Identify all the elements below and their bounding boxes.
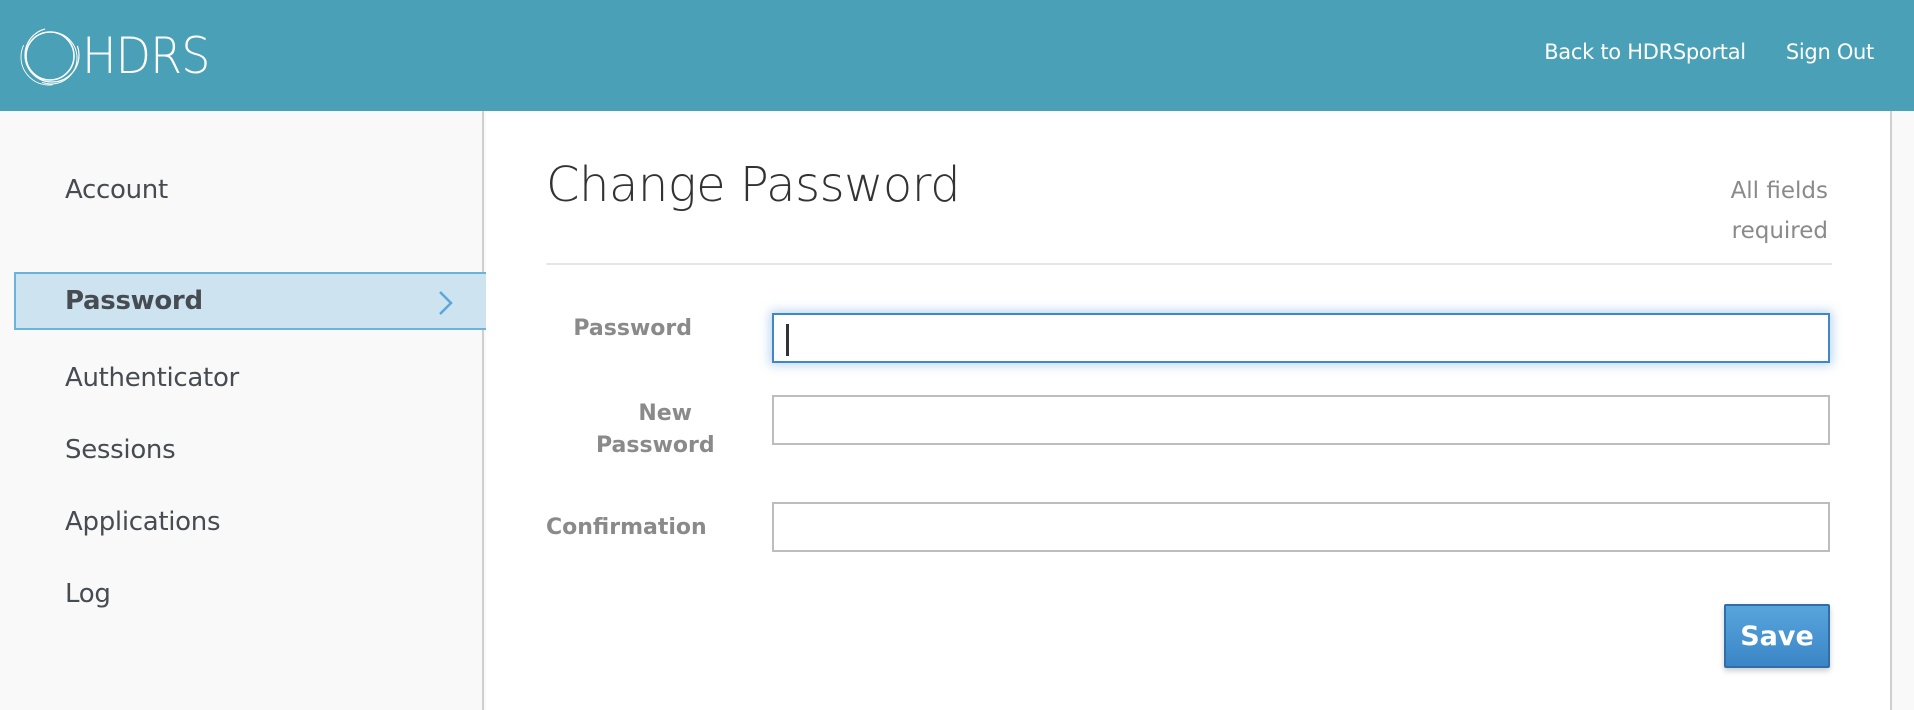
current-password-input[interactable] bbox=[772, 313, 1830, 363]
sign-out-link[interactable]: Sign Out bbox=[1786, 40, 1874, 64]
password-label: Password bbox=[573, 316, 692, 341]
confirmation-label: Confirmation bbox=[546, 515, 707, 540]
sidebar-item-account[interactable]: Account bbox=[14, 161, 486, 219]
brand-name: HDRS bbox=[82, 27, 210, 85]
hdrs-rings-icon bbox=[20, 27, 80, 86]
sidebar: Account Password Authenticator Sessions … bbox=[0, 111, 486, 710]
new-password-input[interactable] bbox=[772, 395, 1830, 445]
back-to-portal-link[interactable]: Back to HDRSportal bbox=[1544, 40, 1746, 64]
sidebar-item-label: Applications bbox=[65, 507, 221, 537]
main-panel: Change Password All fields required Pass… bbox=[486, 111, 1892, 710]
sidebar-item-applications[interactable]: Applications bbox=[14, 493, 486, 551]
title-divider bbox=[546, 263, 1832, 265]
header-nav: Back to HDRSportal Sign Out bbox=[1544, 40, 1874, 64]
sidebar-item-label: Authenticator bbox=[65, 363, 239, 393]
new-password-label: New Password bbox=[596, 401, 715, 458]
sidebar-item-sessions[interactable]: Sessions bbox=[14, 421, 486, 479]
sidebar-item-label: Account bbox=[65, 175, 168, 205]
top-header: HDRS Back to HDRSportal Sign Out bbox=[0, 0, 1914, 111]
sidebar-item-label: Sessions bbox=[65, 435, 176, 465]
text-caret bbox=[786, 324, 789, 356]
sidebar-item-authenticator[interactable]: Authenticator bbox=[14, 349, 486, 407]
required-note: All fields required bbox=[1730, 178, 1828, 244]
hdrs-logo[interactable]: HDRS bbox=[20, 26, 221, 86]
sidebar-item-label: Log bbox=[65, 579, 111, 609]
page-title: Change Password bbox=[546, 157, 961, 213]
confirmation-input[interactable] bbox=[772, 502, 1830, 552]
sidebar-item-log[interactable]: Log bbox=[14, 565, 486, 623]
save-button[interactable]: Save bbox=[1724, 604, 1830, 668]
